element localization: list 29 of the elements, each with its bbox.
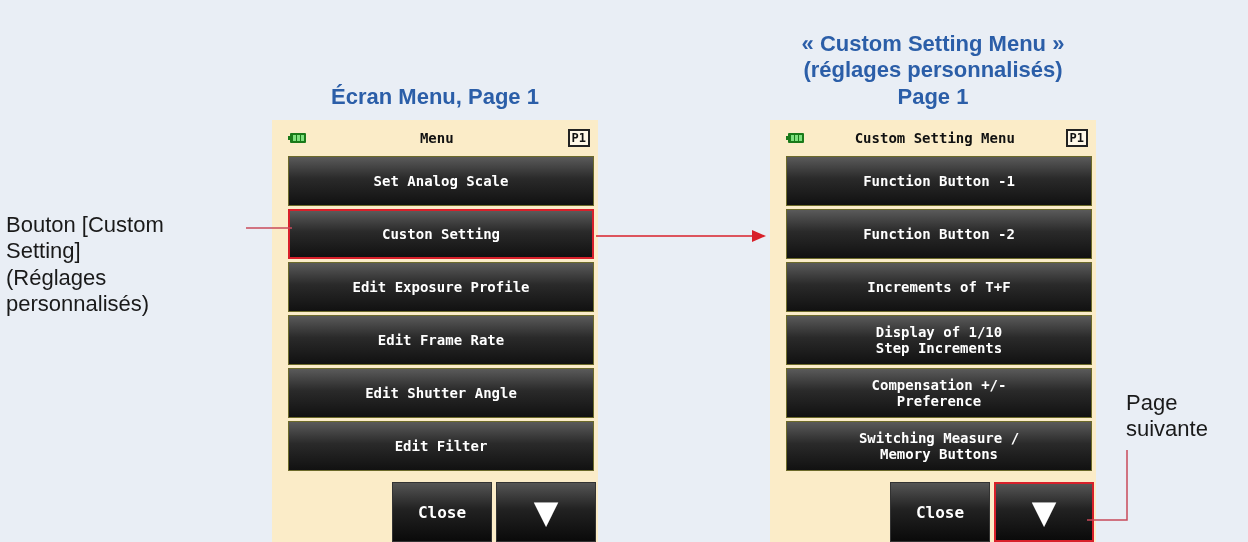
close-button[interactable]: Close <box>890 482 990 542</box>
leader-line <box>245 227 293 229</box>
menu-item[interactable]: Function Button -1 <box>786 156 1092 206</box>
close-button[interactable]: Close <box>392 482 492 542</box>
menu-item[interactable]: Edit Exposure Profile <box>288 262 594 312</box>
arrow-icon <box>595 230 766 242</box>
menu-item[interactable]: Edit Frame Rate <box>288 315 594 365</box>
callout-label: Bouton [Custom Setting] (Réglages personnalisés) <box>6 212 164 318</box>
next-page-button[interactable]: ▼ <box>496 482 596 542</box>
screen-caption: « Custom Setting Menu » (réglages personnalisés) Page 1 <box>801 30 1065 110</box>
battery-icon <box>786 133 804 143</box>
screen-caption: Écran Menu, Page 1 <box>331 83 539 110</box>
menu-item[interactable]: Switching Measure / Memory Buttons <box>786 421 1092 471</box>
menu-item[interactable]: Set Analog Scale <box>288 156 594 206</box>
menu-item[interactable]: Edit Shutter Angle <box>288 368 594 418</box>
menu-item[interactable]: Display of 1/10 Step Increments <box>786 315 1092 365</box>
page-badge: P1 <box>567 129 590 147</box>
leader-line <box>1086 449 1128 521</box>
menu-item[interactable]: Increments of T+F <box>786 262 1092 312</box>
menu-item[interactable]: Function Button -2 <box>786 209 1092 259</box>
menu-item[interactable]: Edit Filter <box>288 421 594 471</box>
menu-item[interactable]: Custon Setting <box>288 209 594 259</box>
screen-title: Custom Setting Menu <box>853 130 1016 146</box>
callout-label: Page suivante <box>1126 390 1208 443</box>
menu-item[interactable]: Compensation +/- Preference <box>786 368 1092 418</box>
battery-icon <box>288 133 306 143</box>
next-page-button[interactable]: ▼ <box>994 482 1094 542</box>
screen-title: Menu <box>418 130 455 146</box>
page-badge: P1 <box>1065 129 1088 147</box>
